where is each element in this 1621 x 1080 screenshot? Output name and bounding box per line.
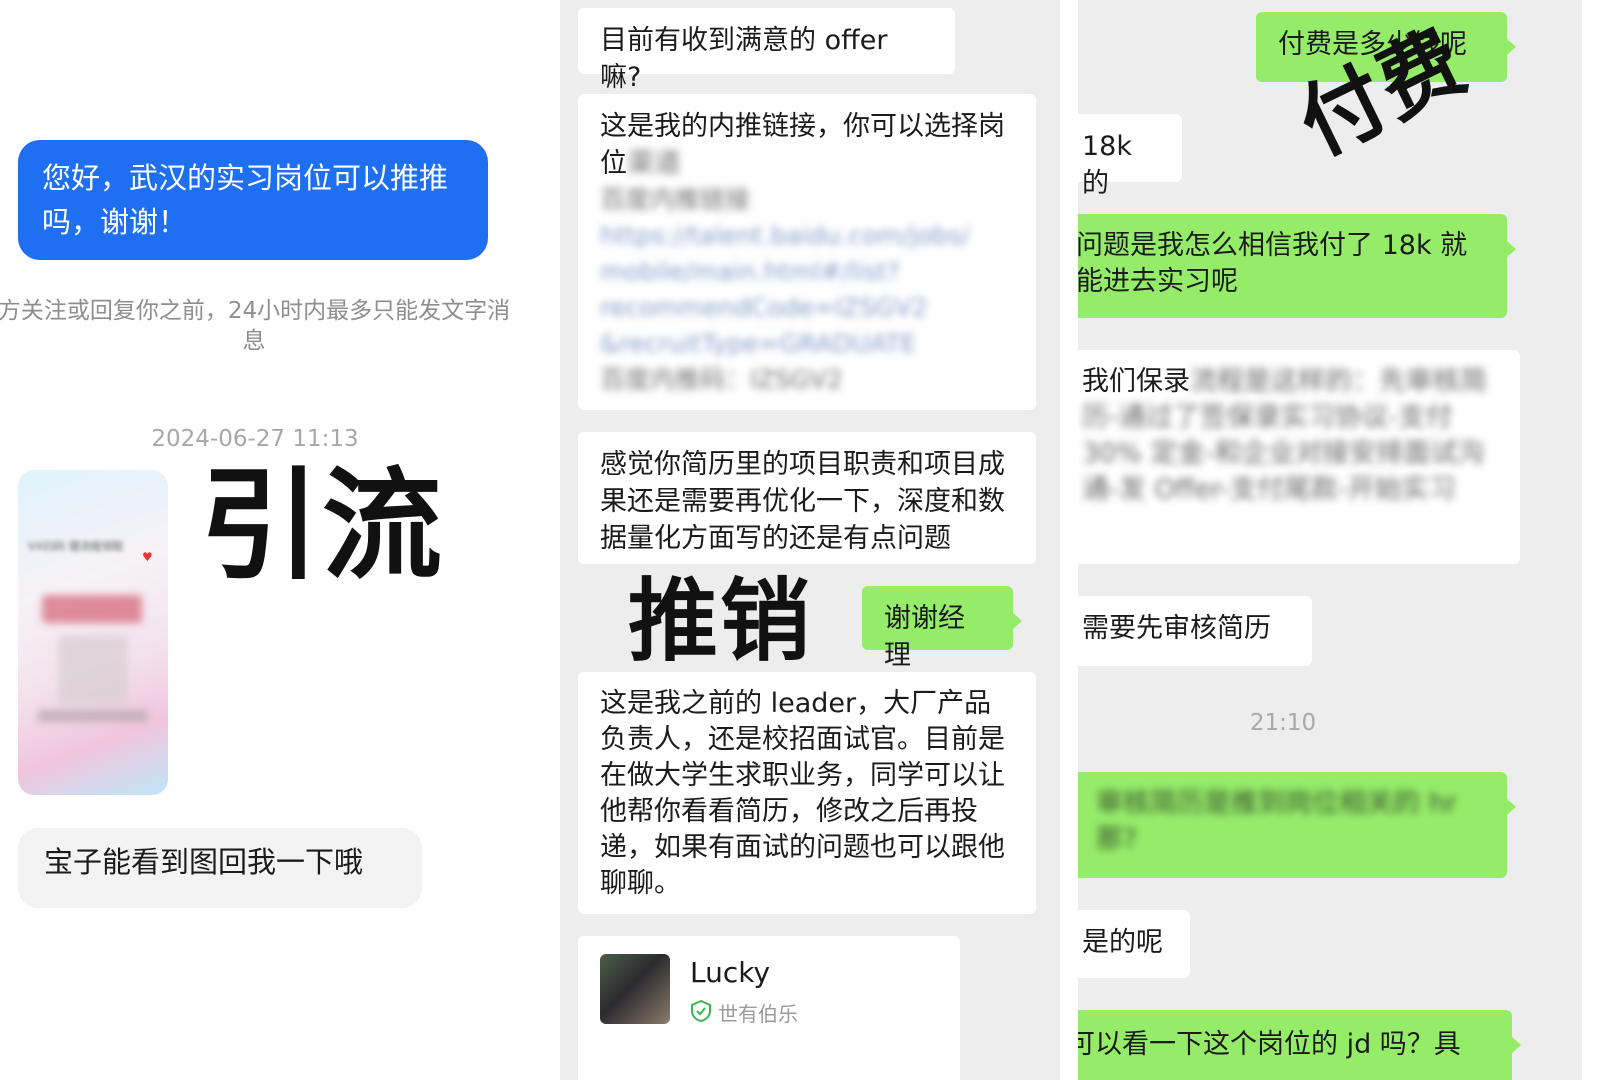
contact-card[interactable]: Lucky 世有伯乐 bbox=[578, 936, 960, 1080]
panel-divider-right bbox=[1582, 0, 1621, 1080]
panel-divider bbox=[1060, 0, 1078, 1080]
blurred-link-2[interactable]: mobile/main.html#/list? bbox=[600, 254, 1014, 290]
poster-caption: VX扫码 理流程领取 bbox=[28, 540, 124, 553]
reply-message-bubble[interactable]: 宝子能看到图回我一下哦 bbox=[18, 828, 422, 908]
verified-shield-icon bbox=[690, 999, 712, 1023]
confirm-bubble[interactable]: 是的呢 bbox=[1078, 910, 1190, 978]
referral-intro-line2: 位 bbox=[600, 148, 627, 179]
jd-question-bubble[interactable]: 可以看一下这个岗位的 jd 吗？具 bbox=[1078, 1010, 1521, 1080]
referral-link-bubble[interactable]: 这是我的内推链接，你可以选择岗 位渠道 百度内推链接 https://talen… bbox=[578, 94, 1036, 410]
referral-blurred-lines: 百度内推链接 https://talent.baidu.com/jobs/ mo… bbox=[600, 182, 1014, 398]
price-answer-text: 18k 的 bbox=[1082, 131, 1132, 199]
referral-intro-text: 这是我的内推链接，你可以选择岗 bbox=[600, 111, 1005, 142]
blue-message-text: 您好，武汉的实习岗位可以推推吗，谢谢！ bbox=[42, 161, 449, 239]
poster-image[interactable]: VX扫码 理流程领取 ♥ bbox=[18, 470, 168, 795]
process-visible-text: 我们保录 bbox=[1082, 366, 1190, 397]
reply-restriction-notice: 方关注或回复你之前，24小时内最多只能发文字消息 bbox=[0, 298, 511, 354]
overlay-label-yinliu: 引流 bbox=[200, 457, 444, 596]
resume-feedback-text: 感觉你简历里的项目职责和项目成果还是需要再优化一下，深度和数据量化方面写的还是有… bbox=[600, 449, 1005, 554]
leader-intro-text: 这是我之前的 leader，大厂产品负责人，还是校招面试官。目前是在做大学生求职… bbox=[600, 688, 1005, 899]
confirm-text: 是的呢 bbox=[1082, 927, 1163, 958]
right-chat-panel: 付费是多少钱呢 18k 的 付费 问题是我怎么相信我付了 18k 就能进去实习呢… bbox=[1078, 0, 1582, 1080]
heart-icon: ♥ bbox=[142, 550, 153, 564]
middle-chat-panel: 目前有收到满意的 offer 嘛? 这是我的内推链接，你可以选择岗 位渠道 百度… bbox=[560, 0, 1060, 1080]
jd-question-text: 可以看一下这个岗位的 jd 吗？具 bbox=[1078, 1029, 1461, 1060]
hr-question-text: 审核简历是推到岗位相关的 hr 那? bbox=[1096, 788, 1457, 855]
blurred-link-1[interactable]: https://talent.baidu.com/jobs/ bbox=[600, 218, 1014, 254]
resume-feedback-bubble[interactable]: 感觉你简历里的项目职责和项目成果还是需要再优化一下，深度和数据量化方面写的还是有… bbox=[578, 432, 1036, 564]
blurred-line-5: 百度内推码：IZSGV2 bbox=[600, 365, 843, 394]
qr-code-placeholder bbox=[58, 635, 128, 705]
trust-question-text: 问题是我怎么相信我付了 18k 就能进去实习呢 bbox=[1078, 230, 1468, 297]
poster-headline-block bbox=[42, 595, 142, 623]
chat-time: 21:10 bbox=[1249, 710, 1317, 736]
reply-message-text: 宝子能看到图回我一下哦 bbox=[44, 845, 364, 879]
contact-name: Lucky bbox=[690, 956, 771, 989]
blurred-link-3[interactable]: recommendCode=IZSGV2 bbox=[600, 290, 1014, 326]
poster-footer-block bbox=[38, 710, 148, 722]
overlay-label-tuixiao: 推销 bbox=[628, 569, 812, 674]
resume-review-text: 需要先审核简历 bbox=[1082, 613, 1271, 644]
contact-avatar bbox=[600, 954, 670, 1024]
price-answer-bubble[interactable]: 18k 的 bbox=[1078, 114, 1182, 199]
resume-review-bubble[interactable]: 需要先审核简历 bbox=[1078, 596, 1312, 666]
blurred-line-0: 百度内推链接 bbox=[600, 185, 751, 214]
blue-message-bubble[interactable]: 您好，武汉的实习岗位可以推推吗，谢谢！ bbox=[18, 140, 488, 260]
contact-subtitle: 世有伯乐 bbox=[718, 1002, 798, 1026]
thanks-manager-bubble[interactable]: 谢谢经理 bbox=[862, 586, 1022, 671]
left-chat-panel: 您好，武汉的实习岗位可以推推吗，谢谢！ 方关注或回复你之前，24小时内最多只能发… bbox=[0, 0, 560, 1080]
leader-intro-bubble[interactable]: 这是我之前的 leader，大厂产品负责人，还是校招面试官。目前是在做大学生求职… bbox=[578, 672, 1036, 914]
process-explanation-bubble[interactable]: 我们保录流程是这样的：先审核简历-通过了签保录实习协议-支付 30% 定金-和企… bbox=[1078, 350, 1520, 564]
hr-question-bubble[interactable]: 审核简历是推到岗位相关的 hr 那? bbox=[1078, 772, 1516, 878]
blurred-link-4[interactable]: &recruitType=GRADUATE bbox=[600, 326, 1014, 362]
offer-question-bubble[interactable]: 目前有收到满意的 offer 嘛? bbox=[578, 8, 955, 93]
offer-question-text: 目前有收到满意的 offer 嘛? bbox=[600, 25, 888, 93]
thanks-manager-text: 谢谢经理 bbox=[884, 603, 965, 671]
trust-question-bubble[interactable]: 问题是我怎么相信我付了 18k 就能进去实习呢 bbox=[1078, 214, 1516, 318]
